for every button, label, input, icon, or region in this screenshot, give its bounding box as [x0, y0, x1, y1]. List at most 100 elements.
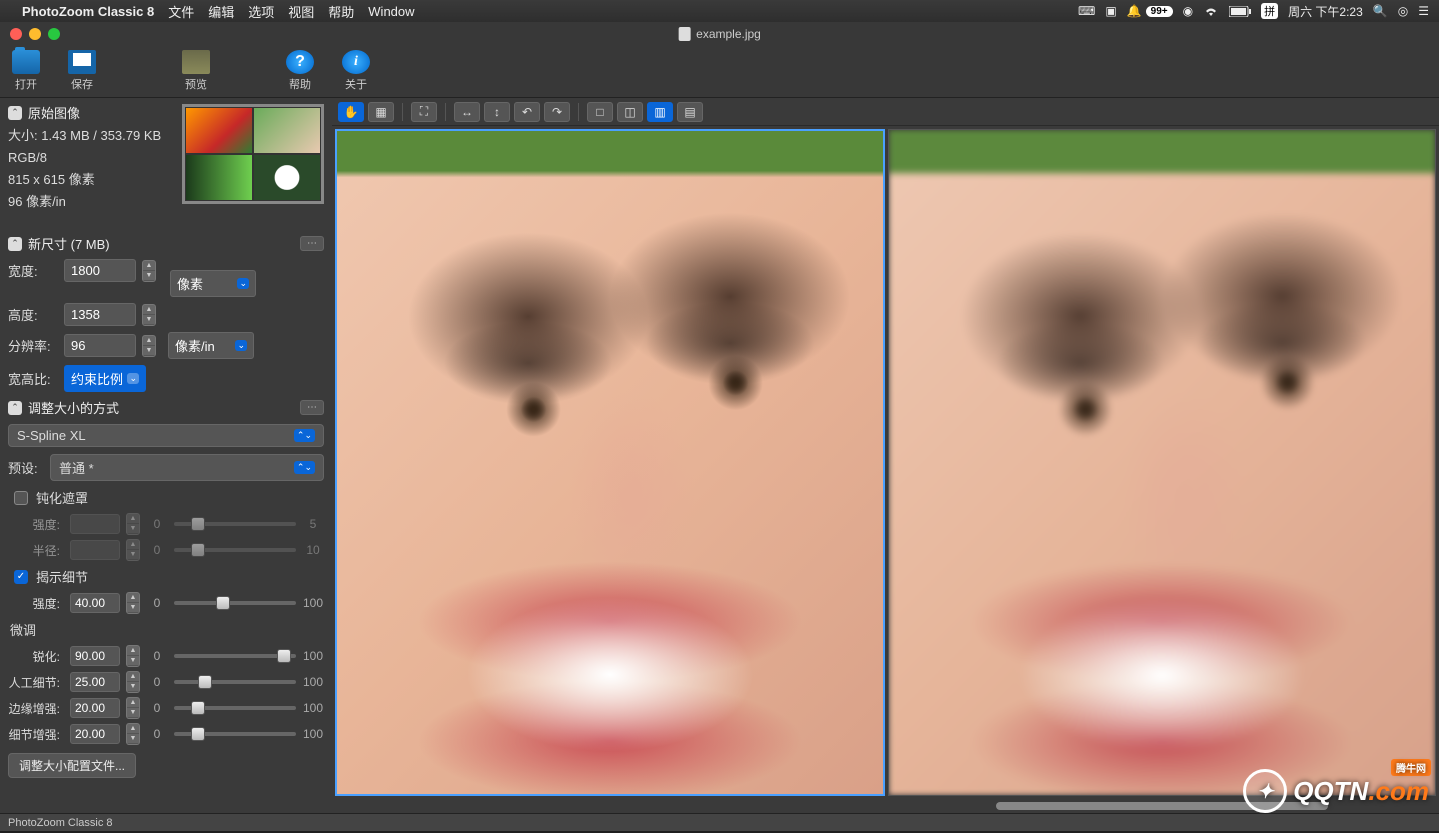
section-resize-method[interactable]: ⌃ 调整大小的方式 ⋯: [0, 395, 332, 420]
battery-icon[interactable]: [1229, 6, 1251, 17]
close-window-button[interactable]: [10, 28, 22, 40]
unsharp-radius-stepper[interactable]: ▲▼: [126, 539, 140, 561]
main-toolbar: 打开 保存 预览 ? 帮助 i 关于: [0, 46, 1439, 98]
unsharp-intensity-slider[interactable]: [174, 522, 296, 526]
unsharp-mask-checkbox[interactable]: [14, 491, 28, 505]
statusbar: PhotoZoom Classic 8: [0, 813, 1439, 831]
fine-slider-0-stepper[interactable]: ▲▼: [126, 645, 140, 667]
wifi-icon[interactable]: [1203, 5, 1219, 17]
unit-select[interactable]: 像素⌄: [170, 270, 256, 297]
menubar-app-name[interactable]: PhotoZoom Classic 8: [22, 4, 154, 19]
minimize-window-button[interactable]: [29, 28, 41, 40]
settings-sidebar: ⌃ 原始图像 大小: 1.43 MB / 353.79 KB RGB/8 815…: [0, 98, 332, 813]
flip-horizontal-button[interactable]: ↔: [454, 102, 480, 122]
reveal-intensity-input[interactable]: [70, 593, 120, 613]
menu-help[interactable]: 帮助: [328, 2, 354, 21]
height-label: 高度:: [8, 305, 58, 324]
menu-options[interactable]: 选项: [248, 2, 274, 21]
fine-slider-1-input[interactable]: [70, 672, 120, 692]
preview-area: ✋ ▦ ⛶ ↔ ↕ ↶ ↷ □ ◫ ▥ ▤: [332, 98, 1439, 813]
macos-menubar: PhotoZoom Classic 8 文件 编辑 选项 视图 帮助 Windo…: [0, 0, 1439, 22]
menu-window[interactable]: Window: [368, 4, 414, 19]
sync-icon[interactable]: ◉: [1183, 4, 1193, 18]
menu-edit[interactable]: 编辑: [208, 2, 234, 21]
resize-profile-button[interactable]: 调整大小配置文件...: [8, 753, 136, 778]
fine-slider-1[interactable]: [174, 680, 296, 684]
crop-tool-button[interactable]: ⛶: [411, 102, 437, 122]
rotate-right-button[interactable]: ↷: [544, 102, 570, 122]
preset-select[interactable]: 普通 *⌃⌄: [50, 454, 324, 481]
view-split-vertical-button[interactable]: ▥: [647, 102, 673, 122]
thumbnail-2[interactable]: [253, 107, 321, 154]
resolution-stepper[interactable]: ▲▼: [142, 335, 156, 357]
thumbnail-3[interactable]: [185, 154, 253, 201]
notification-icon[interactable]: 🔔99+: [1127, 4, 1173, 18]
fine-slider-0-input[interactable]: [70, 646, 120, 666]
window-title: example.jpg: [678, 27, 761, 41]
fine-slider-3-input[interactable]: [70, 724, 120, 744]
preview-pane-original[interactable]: [335, 129, 885, 796]
height-input[interactable]: [64, 303, 136, 326]
width-stepper[interactable]: ▲▼: [142, 260, 156, 282]
spotlight-icon[interactable]: 🔍: [1373, 4, 1388, 18]
unsharp-radius-slider[interactable]: [174, 548, 296, 552]
clock[interactable]: 周六 下午2:23: [1288, 3, 1363, 20]
chevron-down-icon: ⌃: [8, 106, 22, 120]
fine-slider-0[interactable]: [174, 654, 296, 658]
fine-slider-2-input[interactable]: [70, 698, 120, 718]
preset-label: 预设:: [8, 458, 44, 477]
view-single-button[interactable]: □: [587, 102, 613, 122]
open-button[interactable]: 打开: [12, 50, 40, 92]
save-button[interactable]: 保存: [68, 50, 96, 92]
menu-view[interactable]: 视图: [288, 2, 314, 21]
preview-pane-result[interactable]: [888, 129, 1436, 796]
fullscreen-window-button[interactable]: [48, 28, 60, 40]
resolution-label: 分辨率:: [8, 336, 58, 355]
folder-open-icon: [12, 50, 40, 74]
chevron-down-icon: ⌃: [8, 401, 22, 415]
thumbnail-strip[interactable]: [182, 104, 324, 204]
height-stepper[interactable]: ▲▼: [142, 304, 156, 326]
width-input[interactable]: [64, 259, 136, 282]
control-center-icon[interactable]: ☰: [1418, 4, 1429, 18]
reveal-detail-label: 揭示细节: [36, 567, 88, 586]
resolution-unit-select[interactable]: 像素/in⌄: [168, 332, 254, 359]
input-method-icon[interactable]: 拼: [1261, 3, 1278, 19]
reveal-intensity-slider[interactable]: [174, 601, 296, 605]
resize-method-settings-button[interactable]: ⋯: [300, 400, 324, 415]
resolution-input[interactable]: [64, 334, 136, 357]
reveal-detail-checkbox[interactable]: ✓: [14, 570, 28, 584]
display-icon[interactable]: ▣: [1105, 4, 1116, 18]
unsharp-intensity-stepper[interactable]: ▲▼: [126, 513, 140, 535]
fine-slider-2[interactable]: [174, 706, 296, 710]
aspect-select[interactable]: 约束比例⌄: [64, 365, 146, 392]
menu-file[interactable]: 文件: [168, 2, 194, 21]
thumbnail-4[interactable]: [253, 154, 321, 201]
help-button[interactable]: ? 帮助: [286, 50, 314, 92]
fine-slider-2-stepper[interactable]: ▲▼: [126, 697, 140, 719]
keyboard-icon[interactable]: ⌨: [1078, 4, 1095, 18]
siri-icon[interactable]: ◎: [1398, 4, 1408, 18]
method-select[interactable]: S-Spline XL⌃⌄: [8, 424, 324, 447]
marquee-tool-button[interactable]: ▦: [368, 102, 394, 122]
hand-tool-button[interactable]: ✋: [338, 102, 364, 122]
unsharp-radius-input[interactable]: [70, 540, 120, 560]
width-label: 宽度:: [8, 261, 58, 280]
reveal-intensity-stepper[interactable]: ▲▼: [126, 592, 140, 614]
about-button[interactable]: i 关于: [342, 50, 370, 92]
aspect-label: 宽高比:: [8, 369, 58, 388]
thumbnail-1[interactable]: [185, 107, 253, 154]
fine-slider-3[interactable]: [174, 732, 296, 736]
flip-vertical-button[interactable]: ↕: [484, 102, 510, 122]
fine-slider-1-stepper[interactable]: ▲▼: [126, 671, 140, 693]
section-new-size[interactable]: ⌃ 新尺寸 (7 MB) ⋯: [0, 231, 332, 256]
unsharp-mask-label: 钝化遮罩: [36, 488, 88, 507]
unsharp-intensity-input[interactable]: [70, 514, 120, 534]
fine-slider-3-stepper[interactable]: ▲▼: [126, 723, 140, 745]
question-mark-icon: ?: [286, 50, 314, 74]
preview-button[interactable]: 预览: [182, 50, 210, 92]
newsize-settings-button[interactable]: ⋯: [300, 236, 324, 251]
view-split-horizontal-button[interactable]: ▤: [677, 102, 703, 122]
view-split-center-button[interactable]: ◫: [617, 102, 643, 122]
rotate-left-button[interactable]: ↶: [514, 102, 540, 122]
